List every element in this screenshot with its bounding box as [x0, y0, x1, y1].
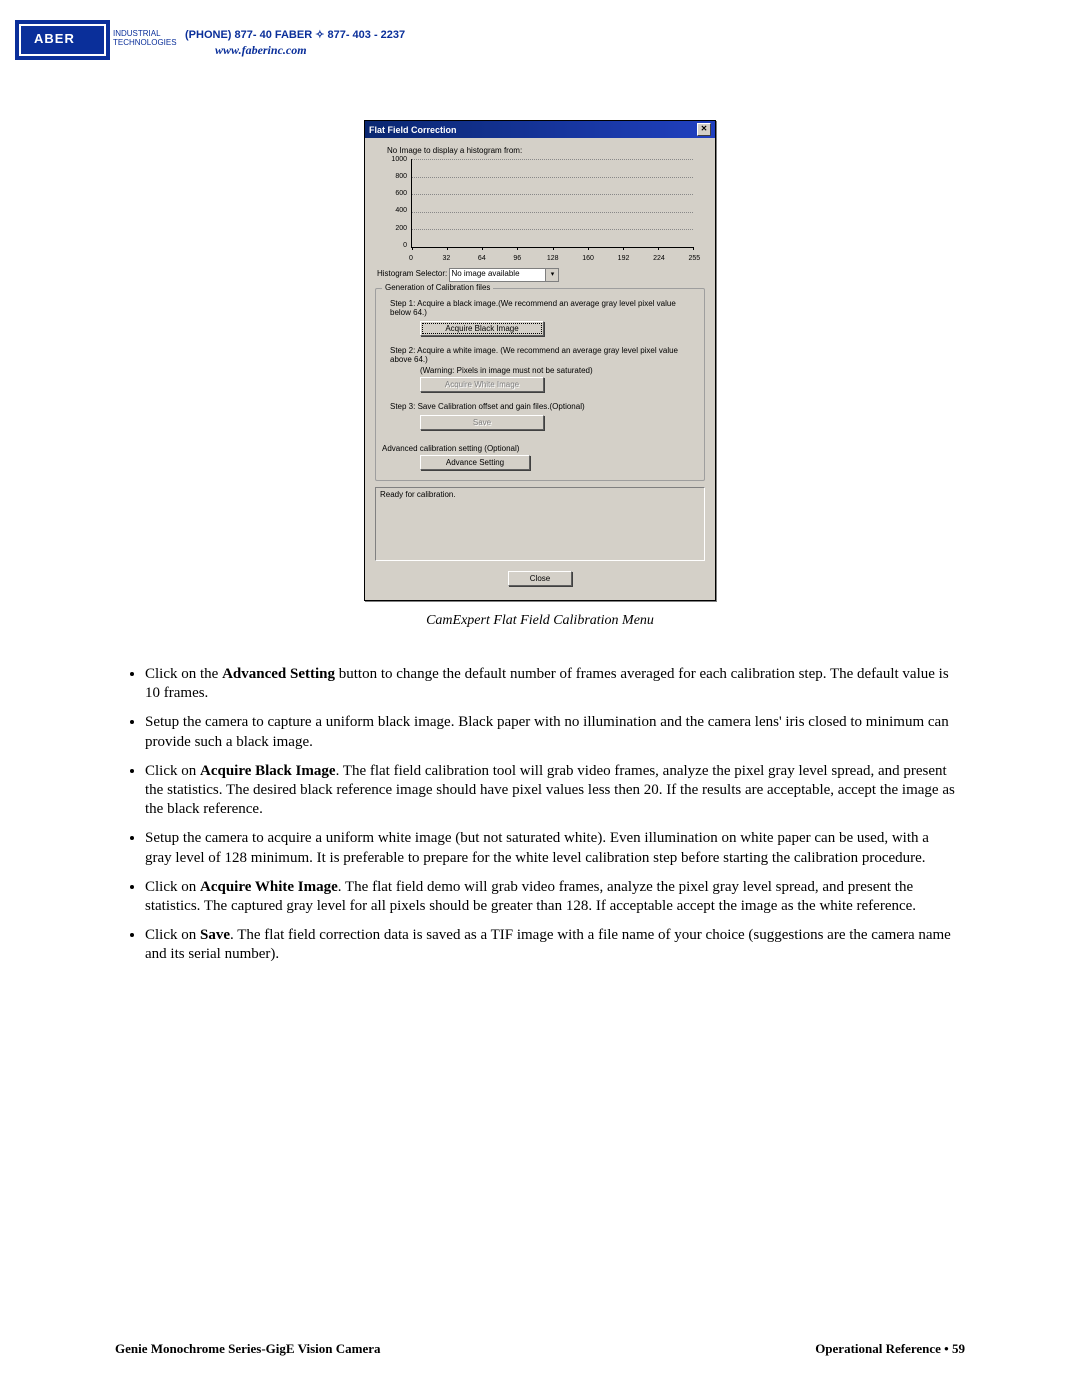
dialog-title: Flat Field Correction [369, 125, 457, 135]
close-button[interactable]: Close [508, 571, 572, 586]
logo-subtext: INDUSTRIALTECHNOLOGIES [113, 30, 177, 48]
list-item: Setup the camera to acquire a uniform wh… [145, 829, 955, 867]
step2-text: Step 2: Acquire a white image. (We recom… [390, 346, 698, 364]
save-button[interactable]: Save [420, 415, 544, 430]
instruction-list: Click on the Advanced Setting button to … [125, 665, 955, 964]
step1-text: Step 1: Acquire a black image.(We recomm… [390, 299, 698, 317]
page-footer: Genie Monochrome Series-GigE Vision Came… [115, 1341, 965, 1357]
footer-right: Operational Reference • 59 [815, 1341, 965, 1357]
faber-logo: ABER [15, 20, 110, 60]
no-histogram-label: No Image to display a histogram from: [387, 146, 707, 155]
y-tick: 400 [379, 207, 407, 214]
acquire-black-button[interactable]: Acquire Black Image [420, 321, 544, 336]
x-tick: 192 [618, 255, 630, 262]
close-icon[interactable]: ✕ [697, 123, 711, 136]
y-tick: 0 [379, 242, 407, 249]
list-item: Click on the Advanced Setting button to … [145, 665, 955, 703]
page-header: ABER INDUSTRIALTECHNOLOGIES (PHONE) 877-… [15, 20, 965, 80]
dialog-titlebar: Flat Field Correction ✕ [365, 121, 715, 138]
group-legend: Generation of Calibration files [382, 283, 493, 292]
advanced-label: Advanced calibration setting (Optional) [382, 444, 698, 453]
x-tick: 224 [653, 255, 665, 262]
acquire-white-button[interactable]: Acquire White Image [420, 377, 544, 392]
x-tick: 96 [513, 255, 521, 262]
header-phone: (PHONE) 877- 40 FABER ✧ 877- 403 - 2237 [185, 28, 405, 41]
list-item: Click on Save. The flat field correction… [145, 926, 955, 964]
x-tick: 0 [409, 255, 413, 262]
x-tick: 160 [582, 255, 594, 262]
status-text: Ready for calibration. [380, 490, 456, 499]
calibration-files-group: Generation of Calibration files Step 1: … [375, 288, 705, 481]
x-tick: 32 [443, 255, 451, 262]
figure-caption: CamExpert Flat Field Calibration Menu [115, 613, 965, 629]
step3-text: Step 3: Save Calibration offset and gain… [390, 402, 698, 411]
step2-warning: (Warning: Pixels in image must not be sa… [420, 366, 698, 375]
header-url: www.faberinc.com [215, 43, 307, 58]
histogram-plot: 1000 800 600 400 200 0 0 32 64 96 128 16… [379, 157, 701, 262]
status-box: Ready for calibration. [375, 487, 705, 561]
logo-text: ABER [34, 31, 75, 46]
footer-left: Genie Monochrome Series-GigE Vision Came… [115, 1341, 381, 1357]
y-tick: 800 [379, 173, 407, 180]
y-tick: 200 [379, 225, 407, 232]
list-item: Setup the camera to capture a uniform bl… [145, 713, 955, 751]
histogram-selector-label: Histogram Selector: [377, 269, 447, 278]
x-tick: 128 [547, 255, 559, 262]
x-tick: 64 [478, 255, 486, 262]
advance-setting-button[interactable]: Advance Setting [420, 455, 530, 470]
flat-field-dialog: Flat Field Correction ✕ No Image to disp… [364, 120, 716, 601]
histogram-selector[interactable]: No image available [449, 268, 559, 282]
y-tick: 600 [379, 190, 407, 197]
list-item: Click on Acquire Black Image. The flat f… [145, 762, 955, 820]
list-item: Click on Acquire White Image. The flat f… [145, 878, 955, 916]
y-tick: 1000 [379, 156, 407, 163]
x-tick: 255 [689, 255, 701, 262]
